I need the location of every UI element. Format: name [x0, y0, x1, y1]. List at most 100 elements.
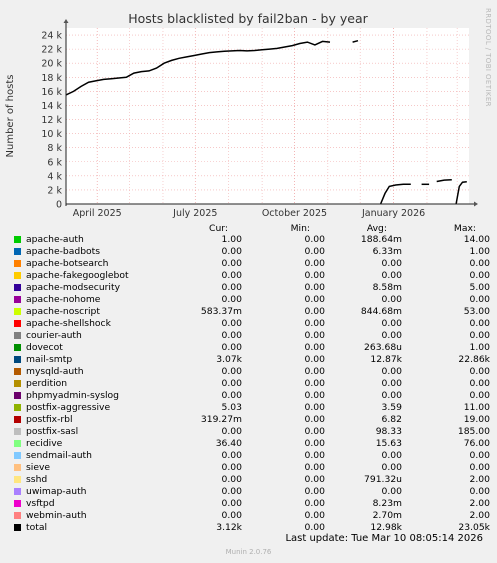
legend-max-value: 11.00 [463, 402, 490, 413]
legend-avg-value: 0.00 [381, 294, 402, 305]
legend-cur-value: 0.00 [221, 330, 242, 341]
legend-avg-value: 0.00 [381, 366, 402, 377]
legend-swatch [14, 404, 21, 411]
legend-series-name: uwimap-auth [26, 486, 87, 497]
legend-swatch [14, 236, 21, 243]
legend-series-name: sieve [26, 462, 51, 473]
legend-max-value: 22.86k [458, 354, 490, 365]
legend-row: sieve 0.00 0.00 0.00 0.00 [14, 462, 494, 474]
legend-max-value: 1.00 [469, 246, 490, 257]
x-tick-label: July 2025 [172, 208, 217, 219]
legend-min-value: 0.00 [304, 486, 325, 497]
legend-min-value: 0.00 [304, 318, 325, 329]
legend-swatch [14, 512, 21, 519]
legend-max-value: 2.00 [469, 498, 490, 509]
y-tick-label: 20 k [41, 59, 62, 70]
legend-row: mysqld-auth 0.00 0.00 0.00 0.00 [14, 366, 494, 378]
legend-row: apache-noscript 583.37m 0.00 844.68m 53.00 [14, 306, 494, 318]
legend-avg-value: 6.82 [381, 414, 402, 425]
legend-max-value: 0.00 [469, 258, 490, 269]
y-tick-label: 8 k [47, 143, 62, 154]
legend-max-value: 0.00 [469, 378, 490, 389]
legend-swatch [14, 344, 21, 351]
legend-avg-value: 6.33m [372, 246, 402, 257]
legend-series-name: apache-auth [26, 234, 84, 245]
legend-row: sendmail-auth 0.00 0.00 0.00 0.00 [14, 450, 494, 462]
legend-avg-value: 8.58m [372, 282, 402, 293]
legend-max-value: 0.00 [469, 390, 490, 401]
legend-series-name: recidive [26, 438, 63, 449]
legend-series-name: postfix-aggressive [26, 402, 111, 413]
legend-swatch [14, 284, 21, 291]
legend-min-value: 0.00 [304, 450, 325, 461]
legend-row: phpmyadmin-syslog 0.00 0.00 0.00 0.00 [14, 390, 494, 402]
legend-avg-value: 263.68u [364, 342, 402, 353]
legend-max-value: 1.00 [469, 342, 490, 353]
legend-min-value: 0.00 [304, 510, 325, 521]
legend-series-name: apache-fakegooglebot [26, 270, 129, 281]
y-tick-label: 12 k [41, 115, 62, 126]
legend-min-value: 0.00 [304, 366, 325, 377]
legend-series-name: apache-badbots [26, 246, 101, 257]
legend-swatch [14, 308, 21, 315]
legend-max-value: 0.00 [469, 330, 490, 341]
y-tick-label: 2 k [47, 185, 62, 196]
legend-min-value: 0.00 [304, 426, 325, 437]
legend-cur-value: 0.00 [221, 378, 242, 389]
legend-cur-value: 3.07k [216, 354, 242, 365]
y-tick-label: 18 k [41, 73, 62, 84]
legend-avg-value: 3.59 [381, 402, 402, 413]
y-tick-label: 14 k [41, 101, 62, 112]
legend-max-value: 0.00 [469, 294, 490, 305]
legend-header-max: Max: [453, 223, 476, 234]
legend-row: vsftpd 0.00 0.00 8.23m 2.00 [14, 498, 494, 510]
legend-max-value: 53.00 [463, 306, 490, 317]
legend-row: postfix-sasl 0.00 0.00 98.33 185.00 [14, 426, 494, 438]
legend-avg-value: 0.00 [381, 462, 402, 473]
y-tick-label: 22 k [41, 45, 62, 56]
legend-series-name: apache-modsecurity [26, 282, 121, 293]
legend-swatch [14, 416, 21, 423]
x-tick-label: October 2025 [262, 208, 327, 219]
legend-avg-value: 0.00 [381, 330, 402, 341]
legend-swatch [14, 332, 21, 339]
legend-series-name: vsftpd [26, 498, 55, 509]
legend-cur-value: 0.00 [221, 258, 242, 269]
legend-series-name: mysqld-auth [26, 366, 84, 377]
legend-row: postfix-aggressive 5.03 0.00 3.59 11.00 [14, 402, 494, 414]
legend-row: recidive 36.40 0.00 15.63 76.00 [14, 438, 494, 450]
plot-area [66, 28, 469, 204]
legend-row: apache-modsecurity 0.00 0.00 8.58m 5.00 [14, 282, 494, 294]
legend-min-value: 0.00 [304, 462, 325, 473]
legend-row: sshd 0.00 0.00 791.32u 2.00 [14, 474, 494, 486]
legend-row: perdition 0.00 0.00 0.00 0.00 [14, 378, 494, 390]
legend-swatch [14, 356, 21, 363]
legend-series-name: sendmail-auth [26, 450, 92, 461]
legend-max-value: 19.00 [463, 414, 490, 425]
legend-row: apache-auth 1.00 0.00 188.64m 14.00 [14, 234, 494, 246]
legend-avg-value: 0.00 [381, 390, 402, 401]
legend-swatch [14, 296, 21, 303]
legend-row: apache-nohome 0.00 0.00 0.00 0.00 [14, 294, 494, 306]
y-tick-label: 10 k [41, 129, 62, 140]
munin-version: Munin 2.0.76 [225, 548, 272, 556]
legend-swatch [14, 368, 21, 375]
legend-swatch [14, 452, 21, 459]
legend-cur-value: 1.00 [221, 234, 242, 245]
legend-max-value: 0.00 [469, 270, 490, 281]
legend-max-value: 0.00 [469, 366, 490, 377]
legend-swatch [14, 440, 21, 447]
legend-min-value: 0.00 [304, 282, 325, 293]
legend-row: mail-smtp 3.07k 0.00 12.87k 22.86k [14, 354, 494, 366]
legend-header-avg: Avg: [366, 223, 387, 234]
legend-avg-value: 0.00 [381, 450, 402, 461]
legend-max-value: 185.00 [457, 426, 490, 437]
legend-swatch [14, 476, 21, 483]
legend-min-value: 0.00 [304, 402, 325, 413]
legend-cur-value: 0.00 [221, 462, 242, 473]
legend-cur-value: 0.00 [221, 450, 242, 461]
legend-swatch [14, 248, 21, 255]
legend-max-value: 0.00 [469, 318, 490, 329]
y-tick-label: 16 k [41, 87, 62, 98]
legend-series-name: phpmyadmin-syslog [26, 390, 119, 401]
